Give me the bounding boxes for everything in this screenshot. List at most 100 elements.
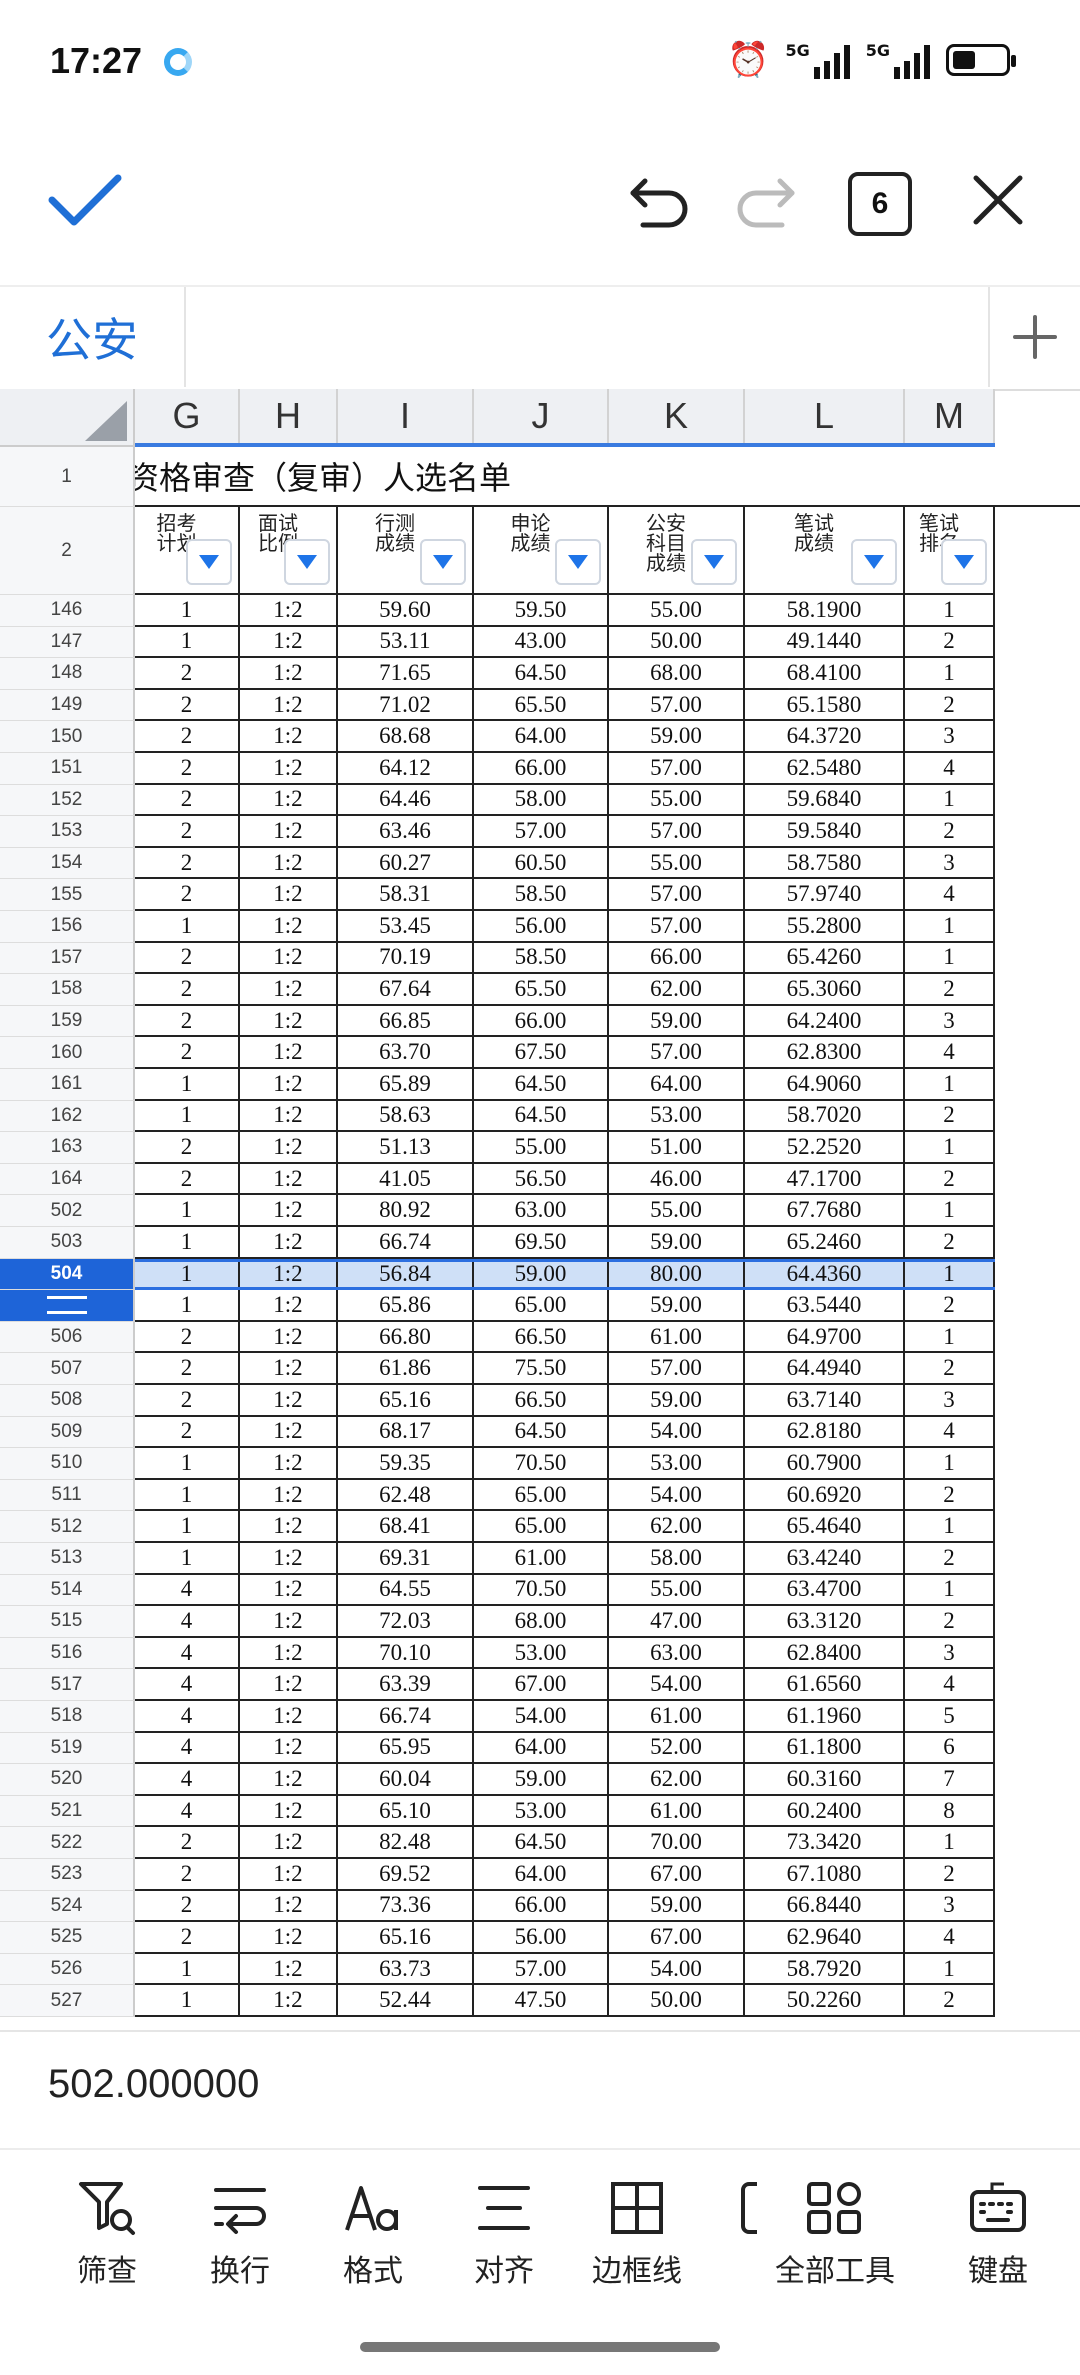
- table-cell[interactable]: 2: [135, 658, 240, 688]
- table-cell[interactable]: 64.4360: [745, 1261, 905, 1288]
- table-cell[interactable]: 49.1440: [745, 626, 905, 657]
- table-cell[interactable]: 3: [905, 1890, 995, 1921]
- table-cell[interactable]: 2: [135, 816, 240, 846]
- row-number[interactable]: 2: [0, 507, 135, 595]
- table-cell[interactable]: 1: [905, 1511, 995, 1541]
- table-cell[interactable]: 2: [905, 1543, 995, 1573]
- row-number[interactable]: 517: [0, 1669, 135, 1701]
- column-header[interactable]: M: [905, 389, 995, 443]
- table-cell[interactable]: 1:2: [240, 1827, 338, 1857]
- table-cell[interactable]: 56.00: [474, 1922, 609, 1952]
- table-cell[interactable]: 60.27: [338, 847, 474, 878]
- table-cell[interactable]: 58.00: [474, 784, 609, 815]
- table-cell[interactable]: 1:2: [240, 1511, 338, 1541]
- table-cell[interactable]: 1:2: [240, 974, 338, 1004]
- row-number[interactable]: 158: [0, 974, 135, 1006]
- table-cell[interactable]: 1: [905, 1069, 995, 1099]
- table-cell[interactable]: 4: [135, 1574, 240, 1605]
- table-cell[interactable]: 57.00: [474, 1953, 609, 1984]
- undo-icon[interactable]: [620, 165, 700, 235]
- table-cell[interactable]: 58.7580: [745, 847, 905, 878]
- table-cell[interactable]: 53.00: [474, 1795, 609, 1826]
- row-number[interactable]: 152: [0, 784, 135, 817]
- table-cell[interactable]: 64.3720: [745, 721, 905, 751]
- table-cell[interactable]: 57.00: [609, 879, 745, 909]
- close-icon[interactable]: [958, 165, 1038, 235]
- table-cell[interactable]: 2: [135, 942, 240, 973]
- table-cell[interactable]: 1: [905, 784, 995, 815]
- table-cell[interactable]: 58.50: [474, 942, 609, 973]
- table-cell[interactable]: 75.50: [474, 1353, 609, 1383]
- table-cell[interactable]: 4: [905, 879, 995, 909]
- table-cell[interactable]: 1: [135, 1261, 240, 1288]
- table-cell[interactable]: 57.00: [609, 1037, 745, 1067]
- table-cell[interactable]: 55.00: [474, 1132, 609, 1162]
- table-cell[interactable]: 2: [135, 847, 240, 878]
- table-cell[interactable]: 47.1700: [745, 1163, 905, 1194]
- table-cell[interactable]: 66.80: [338, 1321, 474, 1352]
- table-cell[interactable]: 51.00: [609, 1132, 745, 1162]
- table-cell[interactable]: 52.00: [609, 1732, 745, 1763]
- table-cell[interactable]: 2: [135, 1132, 240, 1162]
- table-cell[interactable]: 62.8300: [745, 1037, 905, 1067]
- table-cell[interactable]: 59.5840: [745, 816, 905, 846]
- table-cell[interactable]: 1: [905, 942, 995, 973]
- table-cell[interactable]: 2: [905, 1163, 995, 1194]
- table-cell[interactable]: 2: [135, 1890, 240, 1921]
- table-cell[interactable]: 65.3060: [745, 974, 905, 1004]
- table-cell[interactable]: 66.00: [474, 1005, 609, 1036]
- table-cell[interactable]: 2: [135, 1037, 240, 1067]
- table-cell[interactable]: 1:2: [240, 1037, 338, 1067]
- format-button[interactable]: 格式: [318, 2180, 428, 2290]
- drag-handle-icon[interactable]: [46, 1296, 87, 1315]
- table-cell[interactable]: 1:2: [240, 942, 338, 973]
- table-cell[interactable]: 1:2: [240, 1163, 338, 1194]
- table-cell[interactable]: 1:2: [240, 1100, 338, 1131]
- table-cell[interactable]: 64.00: [474, 721, 609, 751]
- row-number[interactable]: 156: [0, 911, 135, 943]
- table-cell[interactable]: 2: [135, 1416, 240, 1447]
- table-cell[interactable]: 57.00: [609, 911, 745, 941]
- table-cell[interactable]: 67.64: [338, 974, 474, 1004]
- table-cell[interactable]: 4: [905, 753, 995, 783]
- row-number[interactable]: 507: [0, 1353, 135, 1385]
- table-cell[interactable]: 59.00: [609, 1227, 745, 1257]
- table-cell[interactable]: 2: [905, 1985, 995, 2015]
- table-cell[interactable]: 2: [135, 753, 240, 783]
- table-cell[interactable]: 69.50: [474, 1227, 609, 1257]
- table-cell[interactable]: 60.2400: [745, 1795, 905, 1826]
- table-cell[interactable]: 63.70: [338, 1037, 474, 1067]
- column-title-cell[interactable]: 笔试 排名: [905, 507, 995, 593]
- table-cell[interactable]: 65.16: [338, 1385, 474, 1415]
- table-cell[interactable]: 53.45: [338, 911, 474, 941]
- row-number[interactable]: 504: [0, 1258, 135, 1291]
- table-cell[interactable]: 7: [905, 1764, 995, 1794]
- table-cell[interactable]: 69.31: [338, 1543, 474, 1573]
- row-number[interactable]: 519: [0, 1732, 135, 1765]
- column-title-cell[interactable]: 招考 计划: [135, 507, 240, 593]
- table-cell[interactable]: 64.00: [474, 1732, 609, 1763]
- table-cell[interactable]: 50.00: [609, 1985, 745, 2015]
- row-number[interactable]: 162: [0, 1100, 135, 1133]
- table-cell[interactable]: 1:2: [240, 658, 338, 688]
- table-cell[interactable]: 68.41: [338, 1511, 474, 1541]
- table-cell[interactable]: 61.00: [474, 1543, 609, 1573]
- table-cell[interactable]: 47.50: [474, 1985, 609, 2015]
- table-cell[interactable]: 61.1800: [745, 1732, 905, 1763]
- table-cell[interactable]: 1:2: [240, 1261, 338, 1288]
- table-cell[interactable]: 1: [135, 1511, 240, 1541]
- table-cell[interactable]: 80.00: [609, 1261, 745, 1288]
- table-cell[interactable]: 1: [135, 1985, 240, 2015]
- table-cell[interactable]: 59.00: [609, 1005, 745, 1036]
- table-cell[interactable]: 2: [905, 974, 995, 1004]
- table-cell[interactable]: 54.00: [609, 1953, 745, 1984]
- table-cell[interactable]: 1:2: [240, 1448, 338, 1478]
- table-cell[interactable]: 54.00: [609, 1416, 745, 1447]
- table-cell[interactable]: 57.00: [609, 753, 745, 783]
- column-title-cell[interactable]: 面试 比例: [240, 507, 338, 593]
- table-cell[interactable]: 60.6920: [745, 1479, 905, 1510]
- row-number[interactable]: 151: [0, 753, 135, 785]
- table-cell[interactable]: 61.00: [609, 1701, 745, 1731]
- table-cell[interactable]: 70.50: [474, 1574, 609, 1605]
- table-cell[interactable]: 59.00: [609, 1290, 745, 1320]
